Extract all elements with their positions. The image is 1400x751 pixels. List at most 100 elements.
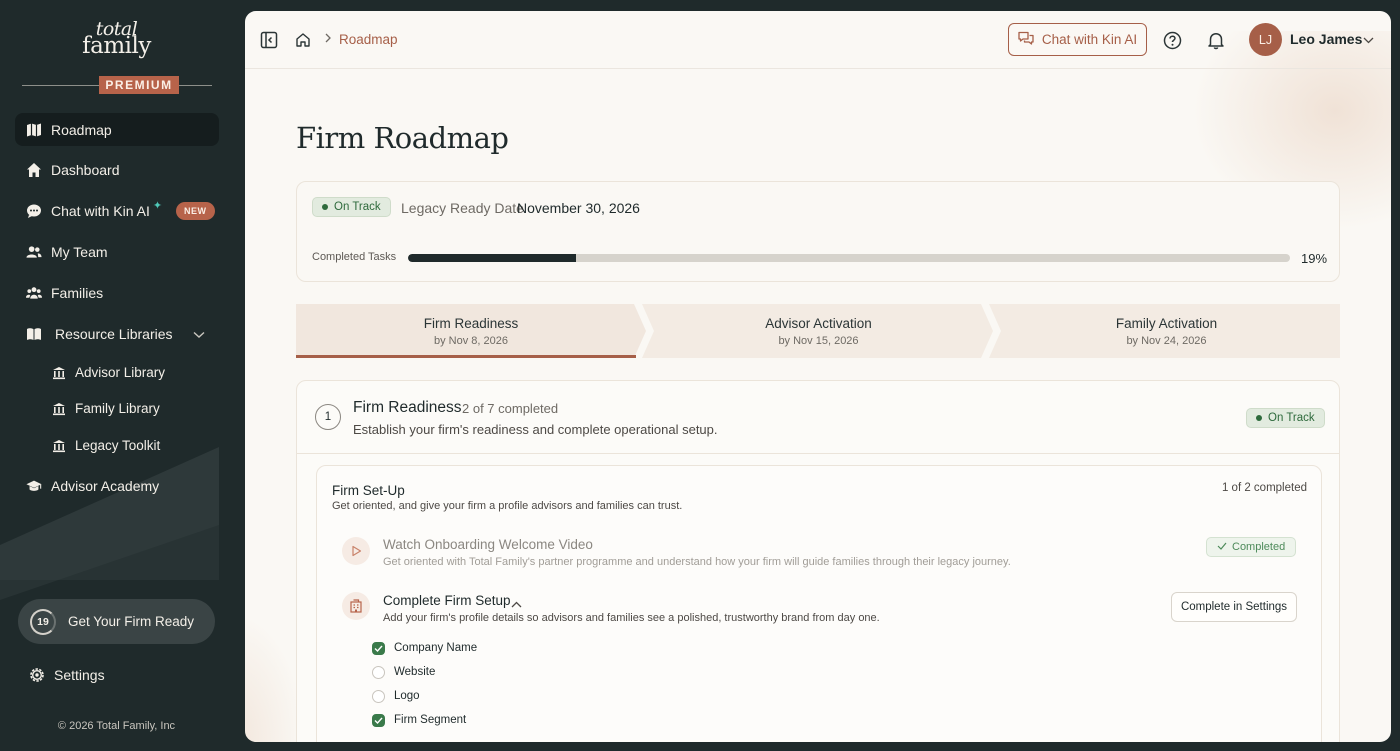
step-firm-readiness[interactable]: Firm Readiness by Nov 8, 2026	[296, 304, 646, 358]
chat-icon	[26, 203, 42, 219]
library-icon	[52, 366, 66, 380]
group-title: Firm Set-Up	[332, 483, 405, 498]
checklist-item-company-name[interactable]: Company Name	[372, 640, 477, 656]
sidebar-item-label: Advisor Academy	[51, 477, 160, 494]
phase-title: Firm Readiness	[353, 399, 462, 416]
sidebar-item-label: Families	[51, 284, 104, 301]
home-icon[interactable]	[293, 30, 313, 50]
home-icon	[26, 162, 42, 178]
new-badge: NEW	[176, 201, 215, 220]
chat-icon	[1018, 31, 1034, 49]
sidebar-item-resource-libraries[interactable]: Resource Libraries	[15, 317, 219, 350]
checkbox-checked-icon[interactable]	[372, 713, 385, 727]
legacy-ready-date: November 30, 2026	[517, 200, 640, 216]
firm-ready-progress-ring: 19	[30, 608, 56, 635]
chevron-up-icon[interactable]	[511, 595, 522, 613]
checkbox-empty-icon[interactable]	[372, 665, 385, 679]
sidebar-item-legacy-toolkit[interactable]: Legacy Toolkit	[44, 429, 219, 462]
checklist-item-firm-segment[interactable]: Firm Segment	[372, 712, 466, 728]
firm-ready-label: Get Your Firm Ready	[68, 614, 195, 629]
building-icon[interactable]	[342, 592, 370, 620]
task-title[interactable]: Complete Firm Setup	[383, 593, 511, 608]
sidebar-item-label: Advisor Library	[75, 365, 166, 380]
main-panel: Roadmap Chat with Kin AI LJ Leo James Fi…	[245, 11, 1391, 742]
completed-badge: Completed	[1206, 537, 1297, 557]
phase-description: Establish your firm's readiness and comp…	[353, 422, 718, 437]
status-dot-icon	[1256, 415, 1262, 421]
progress-bar-fill	[408, 254, 576, 262]
status-badge: On Track	[1246, 408, 1325, 428]
completed-tasks-label: Completed Tasks	[312, 251, 397, 263]
checkbox-checked-icon[interactable]	[372, 641, 385, 655]
checklist-label: Website	[394, 666, 436, 678]
sidebar-item-label: Resource Libraries	[55, 325, 173, 342]
sidebar-item-settings[interactable]: Settings	[18, 658, 222, 691]
sparkle-icon: ✦	[152, 200, 163, 212]
brand-logo[interactable]: total family	[0, 20, 233, 58]
group-count: 1 of 2 completed	[1221, 482, 1307, 494]
book-icon	[26, 326, 42, 342]
task-title[interactable]: Watch Onboarding Welcome Video	[383, 537, 593, 552]
step-family-activation[interactable]: Family Activation by Nov 24, 2026	[993, 304, 1340, 358]
checklist-label: Company Name	[394, 642, 478, 654]
bell-icon[interactable]	[1206, 30, 1226, 50]
sidebar-item-advisor-academy[interactable]: Advisor Academy	[15, 469, 219, 502]
status-dot-icon	[322, 204, 328, 210]
collapse-sidebar-icon[interactable]	[259, 30, 279, 50]
library-icon	[52, 402, 66, 416]
chevron-down-icon[interactable]	[1363, 31, 1374, 49]
sidebar-item-label: Chat with Kin AI	[51, 202, 150, 219]
page-title: Firm Roadmap	[296, 121, 509, 155]
sidebar-item-family-library[interactable]: Family Library	[44, 392, 219, 425]
phase-number: 1	[315, 404, 341, 430]
complete-in-settings-button[interactable]: Complete in Settings	[1171, 592, 1297, 622]
sidebar-item-label: Roadmap	[51, 121, 112, 138]
copyright-text: © 2026 Total Family, Inc	[57, 720, 176, 732]
phase-count: 2 of 7 completed	[462, 401, 559, 416]
status-badge: On Track	[312, 197, 391, 217]
legacy-ready-label: Legacy Ready Date	[401, 200, 524, 216]
checklist-item-website[interactable]: Website	[372, 664, 435, 680]
avatar[interactable]: LJ	[1249, 23, 1282, 56]
chat-with-kin-button[interactable]: Chat with Kin AI	[1008, 23, 1147, 56]
premium-divider: PREMIUM	[22, 76, 212, 96]
chat-button-label: Chat with Kin AI	[1041, 32, 1138, 47]
sidebar-item-roadmap[interactable]: Roadmap	[15, 113, 219, 146]
divider	[297, 453, 1339, 454]
progress-bar	[408, 254, 1290, 262]
library-icon	[52, 439, 66, 453]
sidebar-item-label: Dashboard	[51, 161, 120, 178]
play-icon[interactable]	[342, 537, 370, 565]
user-name[interactable]: Leo James	[1290, 31, 1362, 47]
checklist-label: Logo	[394, 690, 420, 702]
premium-badge: PREMIUM	[99, 76, 179, 94]
sidebar-item-label: Family Library	[75, 401, 160, 416]
phase-steps: Firm Readiness by Nov 8, 2026 Advisor Ac…	[296, 304, 1340, 358]
checkbox-empty-icon[interactable]	[372, 689, 385, 703]
checklist-label: Firm Segment	[394, 714, 467, 726]
sidebar-item-label: My Team	[51, 243, 108, 260]
roadmap-summary-card: On Track Legacy Ready Date November 30, …	[296, 181, 1340, 282]
step-advisor-activation[interactable]: Advisor Activation by Nov 15, 2026	[646, 304, 991, 358]
chevron-right-icon	[324, 32, 332, 46]
sidebar-item-label: Settings	[54, 666, 105, 683]
group-description: Get oriented, and give your firm a profi…	[332, 500, 683, 512]
team-icon	[26, 244, 42, 260]
map-icon	[26, 122, 42, 138]
top-bar: Roadmap Chat with Kin AI LJ Leo James	[245, 11, 1391, 69]
check-icon	[1217, 541, 1227, 553]
breadcrumb[interactable]: Roadmap	[339, 32, 398, 47]
sidebar-item-advisor-library[interactable]: Advisor Library	[44, 356, 219, 389]
sidebar-item-my-team[interactable]: My Team	[15, 235, 219, 268]
checklist-item-logo[interactable]: Logo	[372, 688, 420, 704]
sidebar-item-label: Legacy Toolkit	[75, 438, 161, 453]
families-icon	[26, 285, 42, 301]
progress-percent: 19%	[1301, 251, 1328, 266]
chevron-down-icon[interactable]	[193, 326, 205, 342]
get-firm-ready-button[interactable]: 19 Get Your Firm Ready	[18, 599, 215, 644]
sidebar-item-chat[interactable]: Chat with Kin AI ✦ NEW	[15, 194, 219, 227]
sidebar-item-dashboard[interactable]: Dashboard	[15, 153, 219, 186]
help-icon[interactable]	[1162, 30, 1182, 50]
sidebar-item-families[interactable]: Families	[15, 276, 219, 309]
sidebar: total family PREMIUM Roadmap Dashboard C…	[0, 0, 233, 751]
